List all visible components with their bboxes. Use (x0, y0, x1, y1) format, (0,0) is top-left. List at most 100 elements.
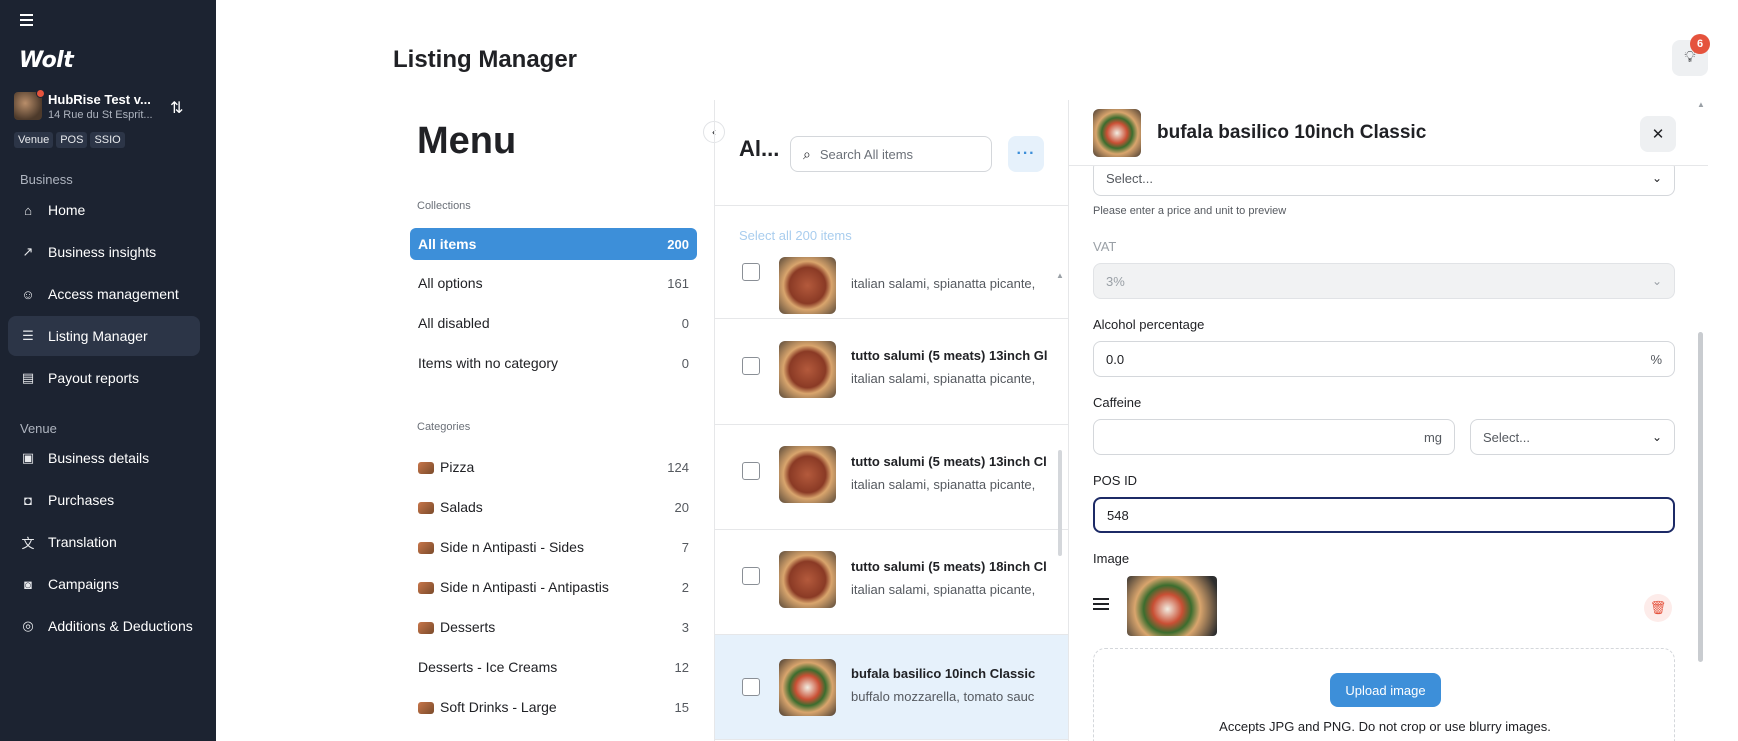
venue-switcher[interactable]: HubRise Test v... 14 Rue du St Esprit...… (14, 89, 204, 126)
caffeine-input[interactable]: mg (1093, 419, 1455, 455)
items-scroll-up-icon[interactable]: ▲ (1056, 271, 1064, 280)
table-row-selected[interactable]: bufala basilico 10inch Classic buffalo m… (715, 635, 1068, 740)
ssio-badge: SSIO (90, 132, 125, 148)
more-options-button[interactable]: ··· (1008, 136, 1044, 172)
alcohol-percentage-input[interactable]: 0.0 % (1093, 341, 1675, 377)
delete-image-button[interactable]: 🗑︎ (1644, 594, 1672, 622)
alcohol-value: 0.0 (1106, 351, 1125, 367)
table-row[interactable]: italian salami, spianatta picante, (715, 257, 1068, 319)
nav-item-additions-deductions[interactable]: ◎ Additions & Deductions (8, 606, 200, 646)
dessert-category-icon (418, 622, 434, 635)
caffeine-select-value: Select... (1483, 429, 1530, 445)
item-detail-panel: Select... ⌄ Please enter a price and uni… (1068, 100, 1708, 741)
category-antipastis[interactable]: Side n Antipasti - Antipastis 2 (410, 571, 697, 603)
nav-item-label: Access management (48, 286, 179, 302)
pos-id-input[interactable]: 548 (1093, 497, 1675, 533)
table-row[interactable]: tutto salumi (5 meats) 13inch Cl italian… (715, 425, 1068, 530)
collection-all-disabled[interactable]: All disabled 0 (410, 307, 697, 339)
item-image-preview (1127, 576, 1217, 636)
nav-item-access-management[interactable]: ☺ Access management (8, 274, 200, 314)
category-label: Side n Antipasti - Sides (440, 539, 584, 555)
item-checkbox[interactable] (742, 263, 760, 281)
search-placeholder: Search All items (819, 146, 914, 162)
trash-icon: 🗑︎ (1649, 600, 1667, 615)
upload-image-button[interactable]: Upload image (1330, 673, 1441, 707)
detail-scroll-up-icon[interactable]: ▲ (1697, 100, 1705, 109)
nav-item-label: Payout reports (48, 370, 140, 386)
table-row[interactable]: tutto salumi (5 meats) 18inch Cl italian… (715, 530, 1068, 635)
item-thumbnail (779, 257, 836, 314)
category-count: 20 (674, 499, 689, 515)
collection-count: 161 (667, 275, 689, 291)
nav-item-label: Home (48, 202, 86, 218)
nav-item-label: Purchases (48, 492, 115, 508)
hamburger-menu-icon[interactable] (20, 14, 36, 28)
item-thumbnail (779, 551, 836, 608)
venue-name: HubRise Test v... (48, 92, 151, 107)
nav-item-campaigns[interactable]: ◙ Campaigns (8, 564, 200, 604)
nav-item-label: Translation (48, 534, 117, 550)
chevron-down-icon: ⌄ (1651, 171, 1662, 185)
nav-item-business-insights[interactable]: ↗ Business insights (8, 232, 200, 272)
drag-handle-icon[interactable] (1093, 598, 1109, 613)
wolt-logo[interactable]: Wolt (19, 48, 74, 73)
category-count: 124 (667, 459, 689, 475)
home-icon: ⌂ (24, 202, 32, 218)
category-desserts[interactable]: Desserts 3 (410, 611, 697, 643)
select-all-link[interactable]: Select all 200 items (715, 205, 1068, 265)
collection-all-items[interactable]: All items 200 (410, 228, 697, 260)
item-checkbox[interactable] (742, 567, 760, 585)
category-ice-creams[interactable]: Desserts - Ice Creams 12 (410, 651, 697, 683)
items-title: Al... (739, 136, 780, 161)
caffeine-unit-select[interactable]: Select... ⌄ (1470, 419, 1675, 455)
detail-scrollbar[interactable] (1698, 332, 1703, 662)
vat-value: 3% (1106, 273, 1125, 289)
items-scrollbar[interactable] (1058, 450, 1062, 556)
item-checkbox[interactable] (742, 462, 760, 480)
table-row[interactable]: tutto salumi (5 meats) 13inch Gl italian… (715, 319, 1068, 425)
image-label: Image (1093, 551, 1130, 566)
category-salads[interactable]: Salads 20 (410, 491, 697, 523)
collection-no-category[interactable]: Items with no category 0 (410, 347, 697, 379)
collection-all-options[interactable]: All options 161 (410, 267, 697, 299)
item-checkbox[interactable] (742, 357, 760, 375)
nav-item-translation[interactable]: 文 Translation (8, 522, 200, 562)
nav-item-purchases[interactable]: ◘ Purchases (8, 480, 200, 520)
pos-id-label: POS ID (1093, 473, 1138, 488)
close-detail-button[interactable]: ✕ (1640, 116, 1676, 152)
nav-item-home[interactable]: ⌂ Home (8, 190, 200, 230)
nav-item-payout-reports[interactable]: ▤ Payout reports (8, 358, 200, 398)
item-description: italian salami, spianatta picante, (851, 582, 1036, 597)
categories-label: Categories (417, 421, 471, 433)
category-count: 12 (674, 659, 689, 675)
venue-badges: Venue POS SSIO (14, 132, 125, 148)
antipasti-category-icon (418, 582, 434, 595)
category-soft-drinks[interactable]: Soft Drinks - Large 15 (410, 691, 697, 723)
coins-icon: ◎ (22, 618, 34, 633)
item-checkbox[interactable] (742, 678, 760, 696)
alcohol-label: Alcohol percentage (1093, 317, 1205, 332)
item-name: tutto salumi (5 meats) 13inch Gl (851, 348, 1048, 363)
notifications-count-badge: 6 (1690, 34, 1710, 54)
search-icon: ⌕ (803, 145, 811, 162)
category-sides[interactable]: Side n Antipasti - Sides 7 (410, 531, 697, 563)
nav-item-listing-manager[interactable]: ☰ Listing Manager (8, 316, 200, 356)
item-thumbnail (779, 659, 836, 716)
category-pizza[interactable]: Pizza 124 (410, 451, 697, 483)
caffeine-label: Caffeine (1093, 395, 1142, 410)
category-label: Side n Antipasti - Antipastis (440, 579, 609, 595)
swap-venue-icon[interactable]: ⇅ (170, 98, 183, 118)
chart-icon: ↗ (22, 244, 34, 259)
category-count: 15 (674, 699, 689, 715)
items-panel: Al... ⌕ Search All items ··· Select all … (714, 100, 1068, 741)
menu-heading: Menu (417, 120, 517, 162)
image-drop-zone[interactable]: Upload image Accepts JPG and PNG. Do not… (1093, 648, 1675, 741)
vat-label: VAT (1093, 239, 1117, 254)
search-input[interactable]: ⌕ Search All items (790, 136, 992, 172)
collection-label: Items with no category (418, 355, 559, 371)
salad-category-icon (418, 502, 434, 515)
nav-item-business-details[interactable]: ▣ Business details (8, 438, 200, 478)
nav-item-label: Business insights (48, 244, 157, 260)
collection-count: 0 (681, 315, 689, 331)
nav-section-venue: Venue (20, 421, 57, 436)
